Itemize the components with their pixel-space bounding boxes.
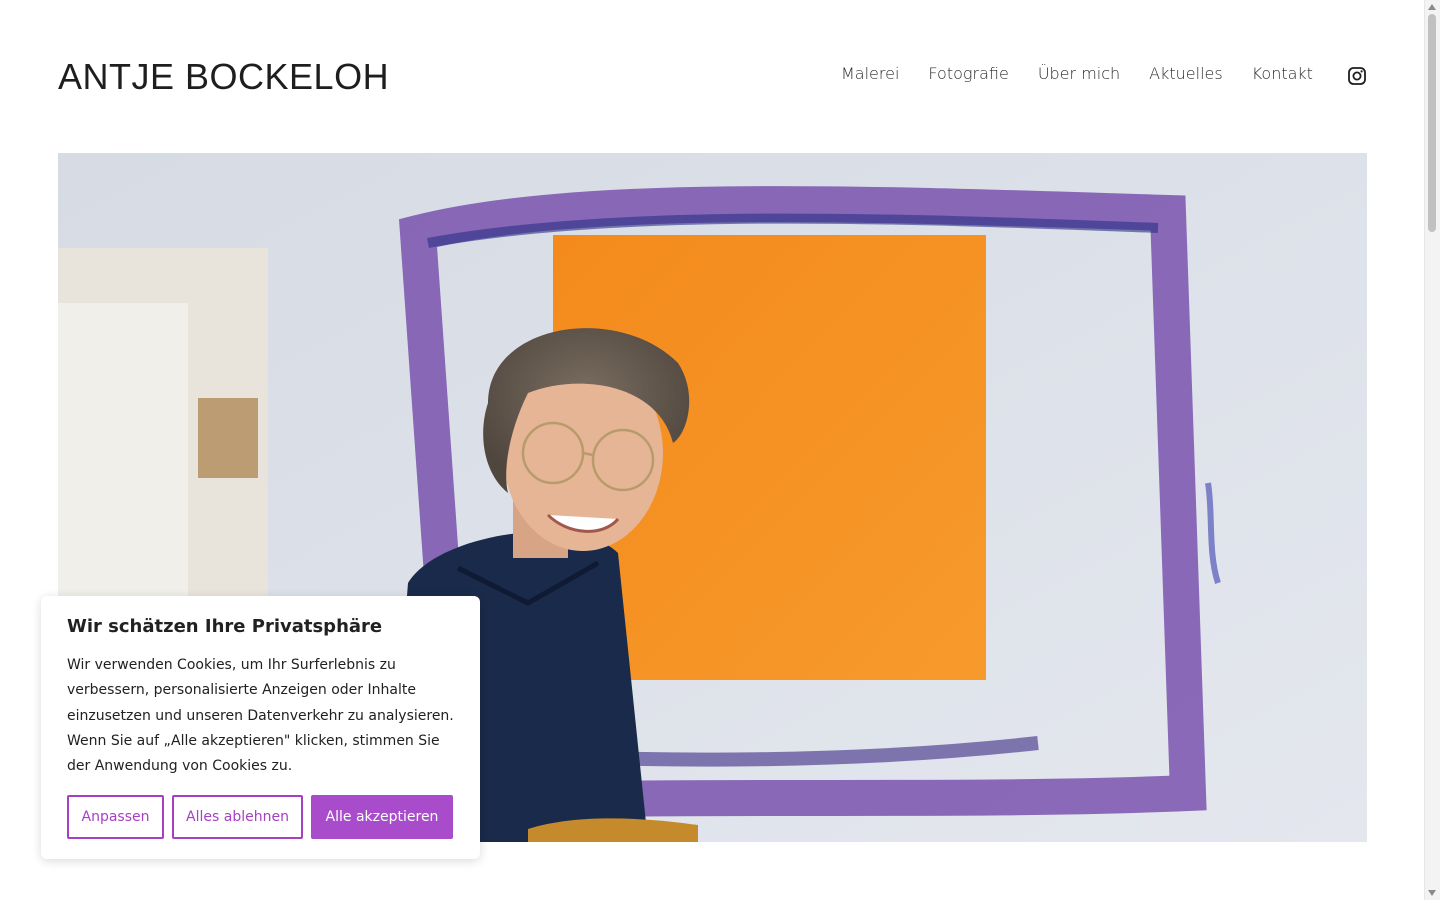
scroll-up-arrow-icon[interactable] — [1428, 4, 1436, 10]
nav-item-kontakt[interactable]: Kontakt — [1252, 64, 1313, 83]
nav-item-malerei[interactable]: Malerei — [841, 64, 899, 83]
site-title[interactable]: ANTJE BOCKELOH — [58, 56, 389, 98]
scroll-thumb[interactable] — [1428, 14, 1436, 232]
nav-item-aktuelles[interactable]: Aktuelles — [1149, 64, 1223, 83]
scroll-down-arrow-icon[interactable] — [1428, 890, 1436, 896]
reject-all-button[interactable]: Alles ablehnen — [172, 795, 303, 839]
nav-item-ueber-mich[interactable]: Über mich — [1038, 64, 1120, 83]
instagram-icon[interactable] — [1348, 67, 1366, 85]
main-nav: Malerei Fotografie Über mich Aktuelles K… — [841, 64, 1342, 83]
scrollbar[interactable] — [1424, 0, 1440, 900]
customize-button[interactable]: Anpassen — [67, 795, 164, 839]
accept-all-button[interactable]: Alle akzeptieren — [311, 795, 453, 839]
nav-item-fotografie[interactable]: Fotografie — [928, 64, 1008, 83]
cookie-banner-title: Wir schätzen Ihre Privatsphäre — [67, 616, 383, 637]
cookie-banner: Wir schätzen Ihre Privatsphäre Wir verwe… — [41, 596, 480, 859]
cookie-banner-text: Wir verwenden Cookies, um Ihr Surferlebn… — [67, 657, 454, 775]
